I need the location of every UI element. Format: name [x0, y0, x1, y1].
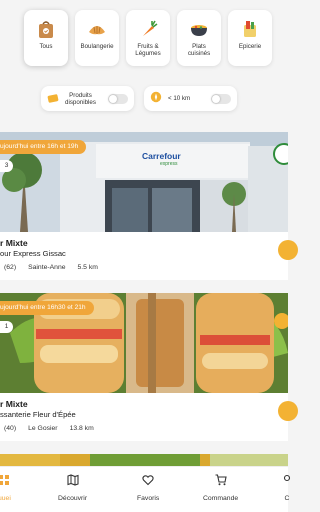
nav-label: Commande [203, 495, 239, 502]
category-bar: Tous Boulangerie Fruits & Légumes Plats … [24, 10, 272, 66]
nav-label: C [284, 495, 290, 502]
filter-available[interactable]: Produits disponibles [41, 86, 134, 111]
offer-meta: (40) Le Gosier 13.8 km [4, 425, 94, 432]
ticket-icon [47, 90, 59, 108]
filter-bar: Produits disponibles < 10 km [41, 86, 237, 111]
pickup-time-badge: ujourd'hui entre 16h et 19h [0, 140, 87, 154]
storefront-sign: Carrefour [142, 151, 181, 161]
offer-title: r Mixte [0, 399, 28, 409]
offer-card[interactable]: ujourd'hui entre 16h30 et 21h 1 r Mixte … [0, 293, 298, 441]
nav-label: uuei [0, 495, 11, 502]
category-label: Epicerie [238, 43, 262, 50]
map-icon [66, 473, 79, 491]
pickup-time-badge: ujourd'hui entre 16h30 et 21h [0, 301, 94, 315]
location: Le Gosier [28, 425, 58, 432]
nav-commande[interactable]: Commande [203, 473, 238, 502]
items-left-badge: 3 [0, 160, 13, 172]
offer-meta: (62) Sainte-Anne 5.5 km [4, 264, 98, 271]
rating-count: (40) [4, 425, 17, 432]
store-name: ssanterie Fleur d'Épée [0, 410, 76, 419]
bag-icon [35, 18, 57, 40]
rating-count: (62) [4, 264, 17, 271]
store-name: our Express Gissac [0, 249, 66, 258]
filter-distance[interactable]: < 10 km [144, 86, 237, 111]
nav-label: Découvrir [58, 495, 88, 502]
category-plats-cuisines[interactable]: Plats cuisinés [177, 10, 221, 66]
grocery-icon [239, 18, 261, 40]
nav-accueil[interactable]: uuei [0, 473, 11, 502]
nav-favoris[interactable]: Favoris [137, 473, 159, 502]
croissant-icon [86, 18, 108, 40]
home-icon [0, 473, 10, 491]
storefront-sign-sub: express [160, 161, 178, 167]
heart-icon [142, 473, 154, 491]
category-tous[interactable]: Tous [24, 10, 68, 66]
category-fruits-legumes[interactable]: Fruits & Légumes [126, 10, 170, 66]
category-boulangerie[interactable]: Boulangerie [75, 10, 119, 66]
nav-label: Favoris [137, 495, 160, 502]
category-label: Fruits & Légumes [135, 43, 161, 58]
category-epicerie[interactable]: Epicerie [228, 10, 272, 66]
items-left-badge: 1 [0, 321, 13, 333]
cart-icon [215, 473, 227, 491]
profile-icon [281, 473, 293, 491]
offer-title: r Mixte [0, 238, 28, 248]
distance: 13.8 km [69, 425, 94, 432]
distance-toggle[interactable] [211, 93, 231, 104]
carrot-icon [137, 18, 159, 40]
nav-compte[interactable]: C [281, 473, 293, 502]
location: Sainte-Anne [28, 264, 66, 271]
compass-icon [150, 90, 162, 108]
category-label: Tous [39, 43, 53, 50]
nav-decouvrir[interactable]: Découvrir [58, 473, 87, 502]
offer-card[interactable]: Carrefour express ujourd'hui entre 16h e… [0, 132, 298, 280]
favorite-button[interactable] [278, 401, 298, 421]
available-toggle[interactable] [108, 93, 128, 104]
category-label: Plats cuisinés [187, 43, 211, 58]
pot-icon [188, 18, 210, 40]
bottom-nav: uuei Découvrir Favoris Commande C [0, 466, 291, 512]
category-label: Boulangerie [80, 43, 114, 50]
filter-distance-label: < 10 km [168, 95, 191, 102]
filter-available-label: Produits disponibles [65, 91, 96, 106]
favorite-button[interactable] [278, 240, 298, 260]
distance: 5.5 km [77, 264, 98, 271]
